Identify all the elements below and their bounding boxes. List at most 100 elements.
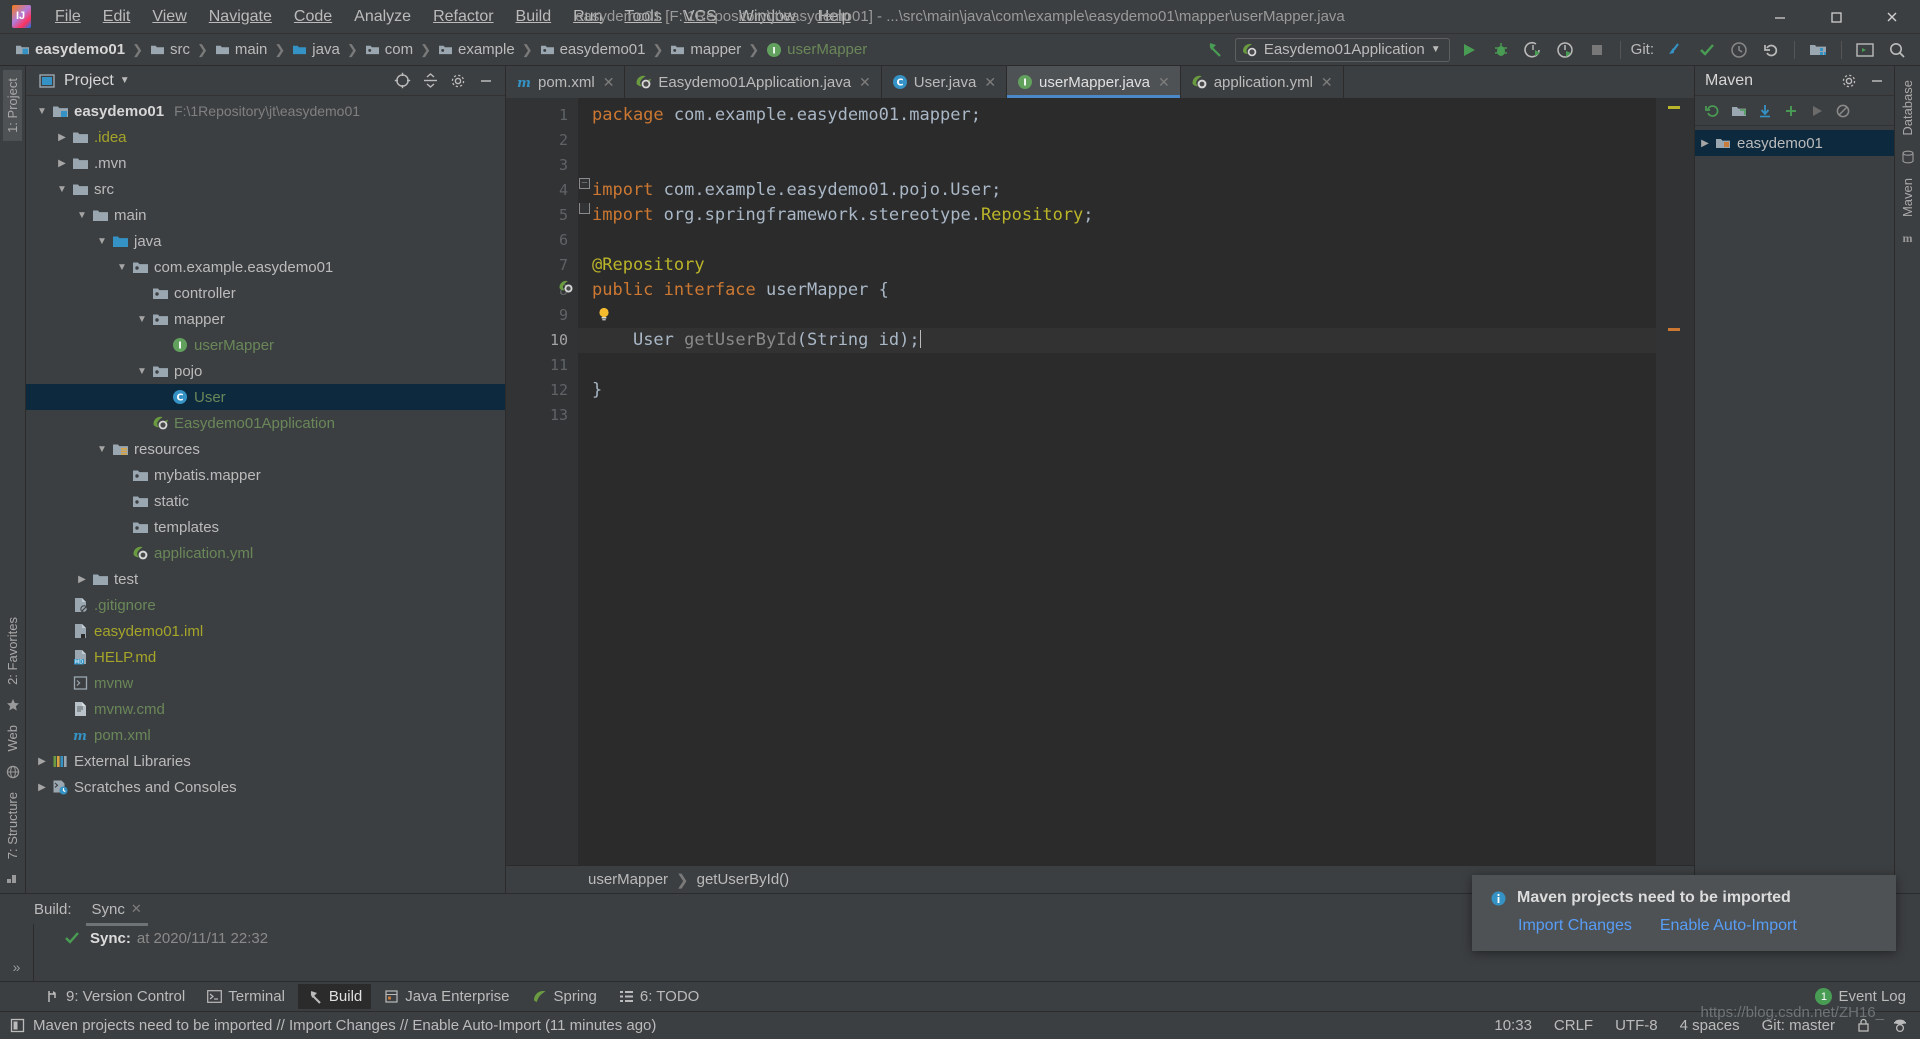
bottom-tool-tabs[interactable]: 9: Version Control Terminal Build Java E… — [0, 981, 1920, 1011]
tree-row-mvnw-cmd[interactable]: mvnw.cmd — [26, 696, 505, 722]
expand-arrow-icon[interactable]: ▶ — [74, 566, 90, 592]
tree-row-mvnw[interactable]: mvnw — [26, 670, 505, 696]
import-changes-link[interactable]: Import Changes — [1518, 917, 1632, 935]
chevron-down-icon[interactable]: ▼ — [1431, 44, 1441, 55]
rail-item-database[interactable]: Database — [1898, 72, 1917, 144]
project-structure-icon[interactable] — [1805, 38, 1831, 62]
breadcrumb-method[interactable]: getUserById() — [697, 871, 790, 888]
update-project-icon[interactable] — [1662, 38, 1688, 62]
build-tab-sync[interactable]: Sync ✕ — [85, 897, 149, 926]
tree-row-scratches-and-consoles[interactable]: ▶ Scratches and Consoles — [26, 774, 505, 800]
generate-sources-icon[interactable] — [1727, 99, 1751, 123]
tree-row-user[interactable]: C User — [26, 384, 505, 410]
code-fold-icon[interactable]: – — [579, 178, 590, 189]
notification-popup[interactable]: Maven projects need to be imported Impor… — [1472, 875, 1896, 951]
code-line-4[interactable]: import com.example.easydemo01.pojo.User;… — [579, 178, 1001, 203]
caret-position[interactable]: 10:33 — [1494, 1017, 1532, 1034]
history-icon[interactable] — [1726, 38, 1752, 62]
close-icon[interactable]: ✕ — [131, 901, 142, 917]
breadcrumb-item-usermapper[interactable]: I userMapper — [763, 39, 870, 60]
scroll-from-source-icon[interactable] — [391, 70, 413, 92]
collapse-arrow-icon[interactable]: ▼ — [134, 306, 150, 332]
tree-row-help-md[interactable]: MD HELP.md — [26, 644, 505, 670]
menu-edit[interactable]: Edit — [92, 3, 142, 31]
maven-project-row[interactable]: ▶ easydemo01 — [1695, 130, 1894, 156]
collapse-arrow-icon[interactable]: ▼ — [74, 202, 90, 228]
rail-item-structure[interactable]: 7: Structure — [3, 784, 22, 867]
close-button[interactable] — [1864, 0, 1920, 34]
tool-tab-java-enterprise[interactable]: Java Enterprise — [375, 984, 518, 1009]
event-log-button[interactable]: 1 Event Log — [1815, 988, 1920, 1005]
breadcrumb-class[interactable]: userMapper — [588, 871, 668, 888]
close-icon[interactable]: ✕ — [984, 74, 996, 91]
tree-row--gitignore[interactable]: .gitignore — [26, 592, 505, 618]
tree-row-easydemo01-iml[interactable]: easydemo01.iml — [26, 618, 505, 644]
editor-tab-bar[interactable]: m pom.xml ✕ Easydemo01Application.java ✕ C Use… — [506, 66, 1694, 98]
minimize-button[interactable] — [1752, 0, 1808, 34]
maximize-button[interactable] — [1808, 0, 1864, 34]
breadcrumb-item-mapper[interactable]: mapper — [667, 39, 744, 60]
menu-vcs[interactable]: VCS — [673, 3, 728, 31]
rollback-icon[interactable] — [1758, 38, 1784, 62]
search-everywhere-icon[interactable] — [1884, 38, 1910, 62]
tree-row-easydemo01[interactable]: ▼ easydemo01 F:\1Repository\jt\easydemo01 — [26, 98, 505, 124]
tool-tab-spring[interactable]: Spring — [523, 984, 606, 1009]
hector-inspection-icon[interactable] — [1892, 1018, 1908, 1033]
breadcrumb-item-project[interactable]: easydemo01 — [12, 39, 128, 60]
editor-tab-pom-xml[interactable]: m pom.xml ✕ — [506, 66, 626, 98]
status-message[interactable]: Maven projects need to be imported // Im… — [33, 1017, 656, 1034]
tree-row-usermapper[interactable]: IuserMapper — [26, 332, 505, 358]
editor-tab-user-java[interactable]: C User.java ✕ — [882, 66, 1008, 98]
close-icon[interactable]: ✕ — [1321, 74, 1333, 91]
code-fold-icon[interactable] — [579, 203, 590, 214]
expand-arrow-icon[interactable]: ▶ — [54, 150, 70, 176]
menu-refactor[interactable]: Refactor — [422, 3, 504, 31]
warning-marker[interactable] — [1668, 106, 1680, 109]
menu-navigate[interactable]: Navigate — [198, 3, 283, 31]
collapse-arrow-icon[interactable]: ▼ — [54, 176, 70, 202]
tree-row-pojo[interactable]: ▼ pojo — [26, 358, 505, 384]
breadcrumb-item-example[interactable]: example — [435, 39, 518, 60]
expand-arrow-icon[interactable]: ▶ — [1697, 130, 1713, 156]
chevron-down-icon[interactable]: ▼ — [120, 75, 130, 86]
tree-row-mapper[interactable]: ▼ mapper — [26, 306, 505, 332]
profile-icon[interactable] — [1552, 38, 1578, 62]
tool-tab-version-control[interactable]: 9: Version Control — [36, 984, 194, 1009]
expand-glyph[interactable]: » — [13, 959, 21, 975]
debug-icon[interactable] — [1488, 38, 1514, 62]
tree-row-mybatis-mapper[interactable]: mybatis.mapper — [26, 462, 505, 488]
tree-row-external-libraries[interactable]: ▶ External Libraries — [26, 748, 505, 774]
expand-arrow-icon[interactable]: ▶ — [54, 124, 70, 150]
download-sources-icon[interactable] — [1753, 99, 1777, 123]
hide-panel-icon[interactable] — [1866, 70, 1888, 92]
editor-gutter[interactable]: 1 2 3 4 5 6 7 8 9 10 11 12 13 — [506, 98, 578, 865]
enable-auto-import-link[interactable]: Enable Auto-Import — [1660, 917, 1797, 935]
menu-build[interactable]: Build — [505, 3, 563, 31]
menu-file[interactable]: File — [44, 3, 92, 31]
lock-icon[interactable] — [1857, 1018, 1870, 1033]
tool-tab-terminal[interactable]: Terminal — [198, 984, 294, 1009]
tool-tab-build[interactable]: Build — [297, 984, 372, 1009]
tree-row-test[interactable]: ▶ test — [26, 566, 505, 592]
toggle-offline-icon[interactable] — [1831, 99, 1855, 123]
editor-tab-usermapper-java[interactable]: IuserMapper.java ✕ — [1007, 66, 1181, 98]
menu-code[interactable]: Code — [283, 3, 343, 31]
stop-icon[interactable] — [1584, 38, 1610, 62]
git-branch[interactable]: Git: master — [1762, 1017, 1835, 1034]
terminal-icon[interactable] — [1852, 38, 1878, 62]
settings-gear-icon[interactable] — [1838, 70, 1860, 92]
run-icon[interactable] — [1456, 38, 1482, 62]
code-line-10[interactable]: User getUserById(String id); — [578, 328, 1656, 353]
editor-marker-bar[interactable] — [1656, 98, 1694, 865]
tree-row-java[interactable]: ▼ java — [26, 228, 505, 254]
tree-row-easydemo01application[interactable]: Easydemo01Application — [26, 410, 505, 436]
menu-analyze[interactable]: Analyze — [343, 3, 422, 31]
breadcrumb-item-src[interactable]: src — [147, 39, 193, 60]
tree-row-static[interactable]: static — [26, 488, 505, 514]
expand-arrow-icon[interactable]: ▶ — [34, 774, 50, 800]
code-editor[interactable]: 1 2 3 4 5 6 7 8 9 10 11 12 13 package com.example.ea… — [506, 98, 1694, 865]
commit-icon[interactable] — [1694, 38, 1720, 62]
spring-bean-gutter-icon[interactable] — [558, 279, 574, 295]
hide-panel-icon[interactable] — [475, 70, 497, 92]
rail-item-maven[interactable]: Maven — [1898, 170, 1917, 225]
